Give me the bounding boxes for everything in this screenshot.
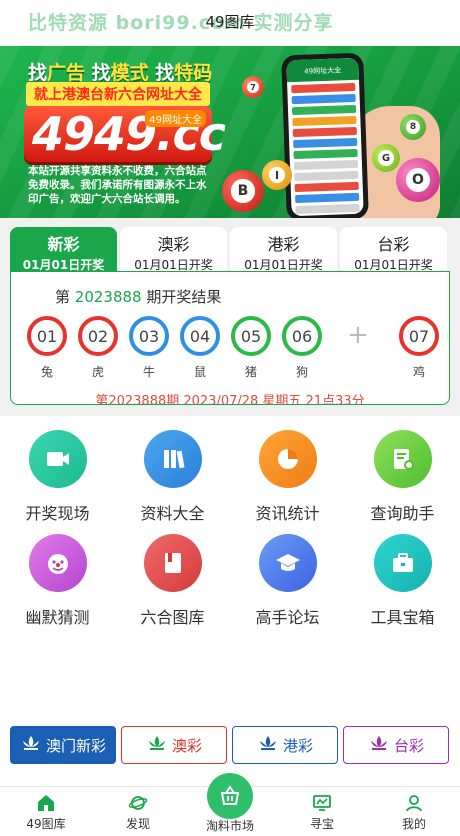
lottery-type-buttons: 澳门新彩 澳彩 港彩 台彩 [0,724,460,766]
draw-period: 第 2023888 期开奖结果 [55,288,222,306]
feature-label: 资料大全 [140,504,205,523]
lotus-icon [20,734,42,756]
lottery-ball: 05 猪 [231,316,271,379]
feature-item[interactable]: 工具宝箱 [345,524,460,627]
banner-domain-box: 4949.cc 49网址大全 [24,106,226,162]
lotus-icon [146,734,168,756]
feature-item[interactable]: 高手论坛 [230,524,345,627]
lottery-ball: 02 虎 [78,316,118,379]
lottery-button[interactable]: 港彩 [232,726,338,764]
nav-discover[interactable]: 发现 [98,793,178,832]
search-doc-icon [373,430,432,488]
ball-number: 05 [240,327,262,346]
nav-home[interactable]: 49图库 [6,793,86,832]
nav-me[interactable]: 我的 [374,793,454,832]
ball-zodiac: 猪 [244,365,257,379]
bingo-ball-icon: 8 [400,114,426,140]
ball-zodiac: 狗 [295,365,308,379]
toolbox-icon [373,534,432,592]
planet-icon [128,796,148,810]
phone-image: 49网址大全 [281,52,369,218]
top-header: 比特资源 bori99.com 实测分享 49图库 [0,0,460,46]
lottery-button-label: 澳门新彩 [45,736,106,755]
banner-note: 本站开源共享资料永不收费，六合站点免费收录。我们承诺所有图源永不上水印广告，欢迎… [28,165,207,205]
tab-aocai[interactable]: 澳彩 01月01日开奖 [120,227,227,272]
feature-label: 查询助手 [370,504,435,523]
album-icon [143,534,202,592]
ball-zodiac: 虎 [91,365,104,379]
draw-balls: + 01 兔 02 虎 03 牛 04 鼠 05 猪 06 狗 07 鸡 [27,316,447,382]
home-icon [38,795,54,811]
lottery-ball: 03 牛 [129,316,169,379]
draw-result-card: 第 2023888 期开奖结果 + 01 兔 02 虎 03 牛 04 鼠 05 猪 06 狗 07 鸡 … [10,271,450,405]
bottom-nav: 49图库 发现 淘料市场 寻宝 我的 [0,773,460,836]
feature-label: 幽默猜测 [25,608,90,627]
basket-icon [220,785,240,805]
feature-label: 工具宝箱 [370,608,435,627]
bingo-ball-icon: I [262,160,292,190]
feature-item[interactable]: 资料大全 [115,420,230,523]
banner-domain-tag: 49网址大全 [145,110,206,127]
lottery-ball: 07 鸡 [399,316,439,379]
nav-treasure[interactable]: 寻宝 [282,793,362,832]
books-icon [143,430,202,488]
graduation-cap-icon [258,534,317,592]
plum-flower-icon [368,734,390,756]
ball-number: 02 [87,327,109,346]
next-draw-time: 第2023888期 2023/07/28 星期五 21点33分 [95,394,365,405]
feature-item[interactable]: 查询助手 [345,420,460,523]
feature-item[interactable]: 六合图库 [115,524,230,627]
lottery-ball: 06 狗 [282,316,322,379]
feature-item[interactable]: 幽默猜测 [0,524,115,627]
monitor-icon [313,795,331,811]
lottery-button[interactable]: 澳彩 [121,726,227,764]
tab-xincai[interactable]: 新彩 01月01日开奖 [10,227,117,272]
nav-market-label[interactable]: 淘料市场 [190,817,270,834]
lottery-button[interactable]: 台彩 [343,726,449,764]
plus-sign: + [347,320,369,350]
ball-number: 01 [36,327,58,346]
page-title: 49图库 [205,13,255,31]
ball-number: 07 [408,327,430,346]
lottery-button-label: 澳彩 [171,736,202,755]
ball-number: 04 [189,327,211,346]
ball-zodiac: 鸡 [412,365,425,379]
pie-chart-icon [258,430,317,488]
bingo-ball-icon: G [372,144,400,172]
banner-subheadline: 就上港澳台新六合网址大全 [26,82,210,106]
video-icon [28,430,87,488]
ball-zodiac: 兔 [40,365,53,379]
feature-grid: 开奖现场 资料大全 资讯统计 查询助手幽默猜测 六合图库 高手论坛 工具宝箱 [0,420,460,640]
feature-label: 开奖现场 [25,504,90,523]
nav-market-button[interactable] [207,773,253,819]
tab-taicai[interactable]: 台彩 01月01日开奖 [340,227,447,272]
clown-icon [28,534,87,592]
feature-label: 六合图库 [140,608,205,627]
lottery-button-label: 台彩 [393,736,424,755]
lottery-section: 新彩 01月01日开奖 澳彩 01月01日开奖 港彩 01月01日开奖 台彩 0… [0,218,460,416]
tab-gangcai[interactable]: 港彩 01月01日开奖 [230,227,337,272]
feature-item[interactable]: 资讯统计 [230,420,345,523]
user-icon [406,795,422,812]
ball-number: 06 [291,327,313,346]
lottery-button-label: 港彩 [282,736,313,755]
lottery-ball: 04 鼠 [180,316,220,379]
lottery-button[interactable]: 澳门新彩 [10,726,116,764]
feature-item[interactable]: 开奖现场 [0,420,115,523]
feature-label: 高手论坛 [255,608,320,627]
bingo-ball-icon: O [396,158,440,202]
lottery-ball: 01 兔 [27,316,67,379]
feature-label: 资讯统计 [255,504,320,523]
bingo-ball-icon: 7 [242,76,264,98]
promo-banner[interactable]: 找广告 找模式 找特码 就上港澳台新六合网址大全 4949.cc 49网址大全 … [0,46,460,218]
ball-zodiac: 鼠 [193,365,206,379]
bingo-ball-icon: B [222,170,264,212]
ball-zodiac: 牛 [142,365,155,379]
banner-headline: 找广告 找模式 找特码 [28,62,213,84]
ball-number: 03 [138,327,160,346]
bauhinia-icon [257,734,279,756]
